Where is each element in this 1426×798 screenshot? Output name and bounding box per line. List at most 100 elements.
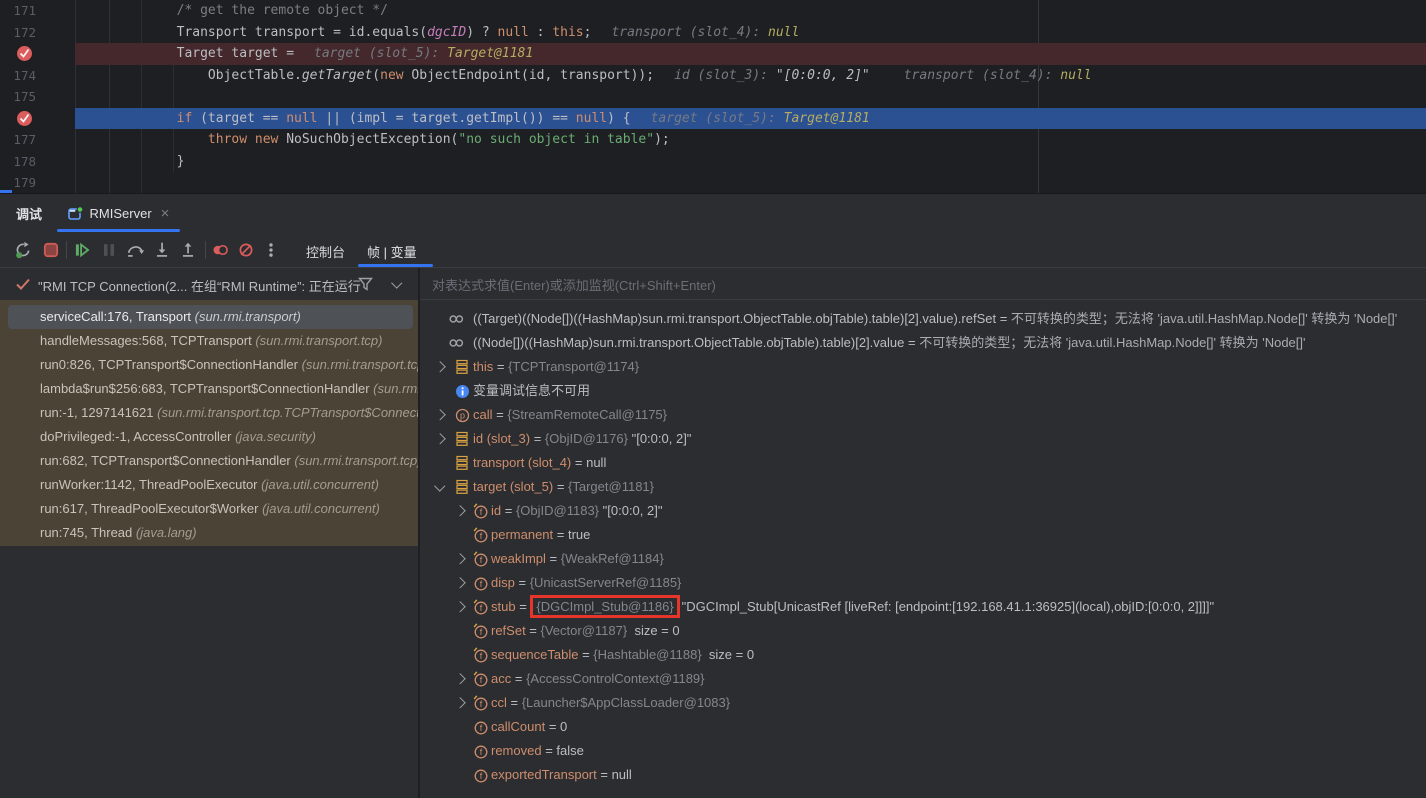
code-text: if (target == null || (impl = target.get… (114, 108, 870, 130)
chevron-down-icon[interactable] (391, 277, 402, 288)
step-out-icon[interactable] (179, 241, 197, 259)
variable-row-target-id[interactable]: fid = {ObjID@1183} "[0:0:0, 2]" (420, 499, 1426, 523)
chevron-right-icon[interactable] (454, 553, 465, 564)
tab-frames-variables[interactable]: 帧 | 变量 (367, 242, 417, 261)
row-text: disp = {UnicastServerRef@1185} (491, 571, 681, 595)
code-text: /* get the remote object */ (114, 0, 388, 22)
stack-frame-row[interactable]: lambda$run$256:683, TCPTransport$Connect… (0, 377, 418, 401)
toolbar-separator (66, 241, 67, 259)
filter-funnel-icon[interactable] (358, 277, 373, 291)
variable-row-target-slot5[interactable]: target (slot_5) = {Target@1181} (420, 475, 1426, 499)
editor-line-176[interactable]: if (target == null || (impl = target.get… (0, 108, 1426, 130)
editor-line-175[interactable]: 175 (0, 86, 1426, 108)
value-icon (455, 455, 471, 471)
variable-row-weakImpl[interactable]: fweakImpl = {WeakRef@1184} (420, 547, 1426, 571)
svg-text:p: p (460, 411, 465, 421)
variable-row-sequenceTable[interactable]: fsequenceTable = {Hashtable@1188} size =… (420, 643, 1426, 667)
variable-row-stub[interactable]: fstub = {DGCImpl_Stub@1186}"DGCImpl_Stub… (420, 595, 1426, 619)
stack-frame-row[interactable]: run:682, TCPTransport$ConnectionHandler … (0, 449, 418, 473)
debug-session-tab[interactable]: RMIServer × (57, 194, 180, 232)
frame-method: handleMessages:568, TCPTransport (40, 333, 255, 348)
stack-frame-row[interactable]: run:617, ThreadPoolExecutor$Worker (java… (0, 497, 418, 521)
editor-line-172[interactable]: 172 Transport transport = id.equals(dgcI… (0, 22, 1426, 44)
stop-icon[interactable] (42, 241, 60, 259)
variable-row-callCount[interactable]: fcallCount = 0 (420, 715, 1426, 739)
chevron-right-icon[interactable] (454, 505, 465, 516)
variable-row-id-slot3[interactable]: id (slot_3) = {ObjID@1176} "[0:0:0, 2]" (420, 427, 1426, 451)
variable-row-refSet[interactable]: frefSet = {Vector@1187} size = 0 (420, 619, 1426, 643)
stack-frame-row[interactable]: run0:826, TCPTransport$ConnectionHandler… (0, 353, 418, 377)
editor-line-173[interactable]: Target target =target (slot_5): Target@1… (0, 43, 1426, 65)
stack-frame-row[interactable]: serviceCall:176, Transport (sun.rmi.tran… (8, 305, 413, 329)
variable-row-permanent[interactable]: fpermanent = true (420, 523, 1426, 547)
step-over-icon[interactable] (127, 241, 145, 259)
variable-row-transport-slot4[interactable]: transport (slot_4) = null (420, 451, 1426, 475)
stack-frame-row[interactable]: runWorker:1142, ThreadPoolExecutor (java… (0, 473, 418, 497)
editor-line-174[interactable]: 174 ObjectTable.getTarget(new ObjectEndp… (0, 65, 1426, 87)
panel-splitter[interactable] (418, 268, 420, 798)
chevron-right-icon[interactable] (454, 601, 465, 612)
frame-method: run:617, ThreadPoolExecutor$Worker (40, 501, 262, 516)
stack-frame-row[interactable]: run:745, Thread (java.lang) (0, 521, 418, 545)
editor-line-178[interactable]: 178 } (0, 151, 1426, 173)
svg-text:f: f (480, 747, 483, 757)
editor-line-171[interactable]: 171 /* get the remote object */ (0, 0, 1426, 22)
row-text: removed = false (491, 739, 584, 763)
pause-icon[interactable] (100, 241, 118, 259)
variable-row-exportedTransport[interactable]: fexportedTransport = null (420, 763, 1426, 787)
frame-package: (sun.rmi.transport.tcp) (302, 357, 418, 372)
chevron-right-icon[interactable] (454, 697, 465, 708)
svg-text:f: f (480, 603, 483, 613)
more-options-icon[interactable] (262, 241, 280, 259)
variable-row-disp[interactable]: f disp = {UnicastServerRef@1185} (420, 571, 1426, 595)
code-text: } (114, 151, 184, 173)
variables-tree: ((Target)((Node[])((HashMap)sun.rmi.tran… (420, 300, 1426, 798)
tool-window-title: 调试 (16, 204, 42, 223)
watch-row[interactable]: ((Target)((Node[])((HashMap)sun.rmi.tran… (420, 307, 1426, 331)
debug-toolbar: 控制台 帧 | 变量 (0, 233, 1426, 267)
chevron-right-icon[interactable] (434, 409, 445, 420)
stack-frame-row[interactable]: doPrivileged:-1, AccessController (java.… (0, 425, 418, 449)
frame-package: (java.util.concurrent) (262, 501, 380, 516)
final-field-icon: f (473, 551, 489, 567)
svg-text:f: f (480, 579, 483, 589)
svg-text:f: f (480, 627, 483, 637)
resume-icon[interactable] (73, 241, 91, 259)
variable-row-call[interactable]: pcall = {StreamRemoteCall@1175} (420, 403, 1426, 427)
value-icon (455, 479, 471, 495)
breakpoint-icon[interactable] (17, 46, 32, 61)
stack-frame-row[interactable]: handleMessages:568, TCPTransport (sun.rm… (0, 329, 418, 353)
row-text: exportedTransport = null (491, 763, 632, 787)
code-editor[interactable]: 171 /* get the remote object */172 Trans… (0, 0, 1426, 193)
row-text: 变量调试信息不可用 (473, 379, 590, 403)
info-icon (455, 383, 471, 399)
breakpoint-icon[interactable] (17, 111, 32, 126)
chevron-down-icon[interactable] (434, 480, 445, 491)
frame-package: (sun.rmi.transport.tcp) (373, 381, 418, 396)
variable-row-ccl[interactable]: fccl = {Launcher$AppClassLoader@1083} (420, 691, 1426, 715)
rerun-icon[interactable] (14, 241, 32, 259)
close-icon[interactable]: × (161, 205, 170, 222)
view-breakpoints-icon[interactable] (211, 241, 229, 259)
evaluate-expression-bar[interactable]: 对表达式求值(Enter)或添加监视(Ctrl+Shift+Enter) (420, 268, 1426, 300)
chevron-right-icon[interactable] (454, 577, 465, 588)
line-number: 171 (0, 0, 39, 22)
variable-row-this[interactable]: this = {TCPTransport@1174} (420, 355, 1426, 379)
variable-row-acc[interactable]: facc = {AccessControlContext@1189} (420, 667, 1426, 691)
step-into-icon[interactable] (153, 241, 171, 259)
debug-tab-label: RMIServer (90, 206, 152, 221)
chevron-right-icon[interactable] (434, 433, 445, 444)
chevron-right-icon[interactable] (434, 361, 445, 372)
mute-breakpoints-icon[interactable] (237, 241, 255, 259)
code-text: throw new NoSuchObjectException("no such… (114, 129, 670, 151)
watch-row[interactable]: ((Node[])((HashMap)sun.rmi.transport.Obj… (420, 331, 1426, 355)
variable-row-row[interactable]: 变量调试信息不可用 (420, 379, 1426, 403)
chevron-right-icon[interactable] (454, 673, 465, 684)
stack-frame-row[interactable]: run:-1, 1297141621 (sun.rmi.transport.tc… (0, 401, 418, 425)
editor-line-179[interactable]: 179 (0, 172, 1426, 193)
thread-selector[interactable]: "RMI TCP Connection(2... 在组“RMI Runtime”… (0, 268, 418, 300)
line-number: 177 (0, 129, 39, 151)
tab-console[interactable]: 控制台 (306, 242, 345, 261)
editor-line-177[interactable]: 177 throw new NoSuchObjectException("no … (0, 129, 1426, 151)
variable-row-removed[interactable]: f removed = false (420, 739, 1426, 763)
